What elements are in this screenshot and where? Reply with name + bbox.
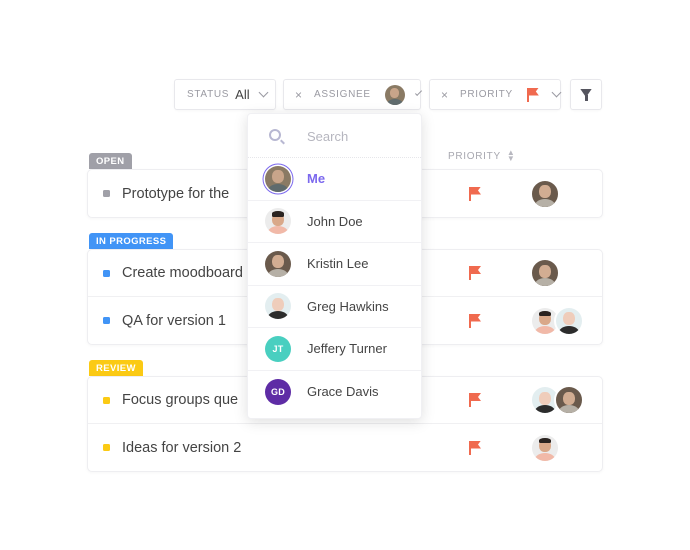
task-name[interactable]: Ideas for version 2 [122, 440, 241, 456]
avatar-grace: GD [265, 378, 291, 405]
task-name[interactable]: Create moodboard [122, 265, 243, 281]
assignees[interactable] [530, 305, 584, 336]
dropdown-item-greg-hawkins[interactable]: Greg Hawkins [248, 286, 421, 328]
chevron-down-icon [258, 87, 269, 98]
flag-icon[interactable] [469, 186, 481, 201]
person-name: Grace Davis [307, 384, 379, 400]
task-name[interactable]: Focus groups que [122, 392, 238, 408]
avatar-kristin [554, 385, 584, 415]
assignees[interactable] [530, 178, 560, 209]
status-badge-review: REVIEW [89, 360, 143, 376]
dropdown-item-kristin-lee[interactable]: Kristin Lee [248, 243, 421, 286]
assignees[interactable] [530, 432, 560, 463]
flag-icon[interactable] [469, 393, 481, 407]
person-name: Jeffery Turner [307, 341, 387, 357]
person-name: John Doe [307, 213, 363, 229]
status-filter-value: All [235, 87, 250, 102]
assignees[interactable] [530, 258, 560, 288]
dropdown-item-jeffery-turner[interactable]: JT Jeffery Turner [248, 328, 421, 371]
funnel-icon [580, 89, 592, 101]
flag-icon[interactable] [469, 440, 481, 455]
avatar-kristin [530, 178, 560, 209]
flag-icon[interactable] [469, 313, 481, 328]
status-badge-in-progress: IN PROGRESS [89, 233, 174, 249]
search-placeholder: Search [307, 129, 349, 144]
priority-filter[interactable]: × PRIORITY [429, 79, 562, 110]
person-name: Kristin Lee [307, 256, 369, 272]
status-dot [103, 444, 110, 451]
person-name: Greg Hawkins [307, 298, 389, 314]
avatar-me [384, 84, 405, 105]
task-row[interactable]: Ideas for version 2 [88, 424, 602, 471]
flag-icon[interactable] [469, 266, 481, 280]
assignee-dropdown: Search Me John Doe Kristin Lee Greg Hawk… [247, 113, 422, 419]
search-icon [269, 129, 281, 141]
avatar-jeffery: JT [265, 335, 291, 362]
person-name: Me [307, 171, 326, 187]
status-dot [103, 190, 110, 197]
dropdown-item-grace-davis[interactable]: GD Grace Davis [248, 371, 421, 414]
status-dot [103, 317, 110, 324]
status-filter-label: STATUS [187, 89, 230, 100]
search-input[interactable]: Search [248, 114, 421, 158]
assignees[interactable] [530, 385, 584, 415]
priority-filter-label: PRIORITY [460, 89, 513, 100]
clear-priority-button[interactable]: × [441, 88, 448, 102]
assignee-filter-label: ASSIGNEE [314, 89, 371, 100]
status-dot [103, 269, 110, 277]
task-name[interactable]: QA for version 1 [122, 313, 226, 329]
chevron-down-icon [414, 88, 422, 97]
status-filter[interactable]: STATUS All [174, 79, 276, 110]
avatar-john [530, 432, 560, 463]
priority-column-header[interactable]: PRIORITY ▲ ▼ [448, 148, 516, 163]
avatar-greg [554, 305, 584, 336]
avatar-john [265, 208, 291, 235]
status-badge-open: OPEN [89, 153, 132, 169]
dropdown-item-john-doe[interactable]: John Doe [248, 201, 421, 243]
flag-icon [526, 87, 539, 102]
filter-button[interactable] [570, 79, 602, 110]
priority-column-label: PRIORITY [448, 150, 501, 162]
assignee-filter[interactable]: × ASSIGNEE [283, 79, 422, 110]
clear-assignee-button[interactable]: × [295, 88, 302, 102]
dropdown-item-me[interactable]: Me [248, 158, 421, 201]
avatar-me [265, 165, 291, 192]
chevron-down-icon [551, 87, 562, 98]
sort-icon: ▲ ▼ [506, 148, 516, 163]
status-dot [103, 396, 110, 404]
task-name[interactable]: Prototype for the [122, 186, 229, 202]
avatar-kristin [265, 250, 291, 277]
avatar-greg [265, 293, 291, 320]
avatar-kristin [530, 258, 560, 288]
